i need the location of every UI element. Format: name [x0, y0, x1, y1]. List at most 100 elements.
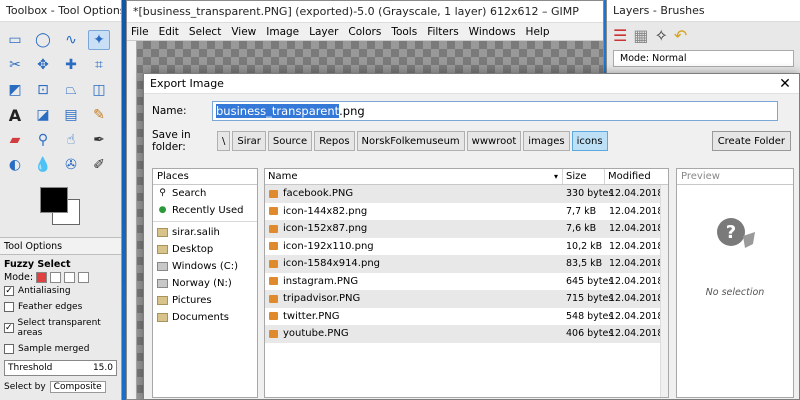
breadcrumb-item[interactable]: Repos	[314, 131, 355, 151]
transform-icon[interactable]: ◩	[4, 80, 26, 100]
threshold-slider[interactable]: Threshold 15.0	[4, 360, 117, 376]
place-search[interactable]: ⚲ Search	[153, 185, 257, 202]
file-row[interactable]: youtube.PNG 406 bytes 12.04.2018	[265, 325, 668, 343]
align-icon[interactable]: ✚	[60, 55, 82, 75]
toolbox-titlebar[interactable]: Toolbox - Tool Options	[0, 0, 121, 22]
file-row[interactable]: icon-192x110.png 10,2 kB 12.04.2018	[265, 238, 668, 256]
column-name-header[interactable]: Name ▾	[265, 169, 563, 184]
file-name-cell: tripadvisor.PNG	[265, 293, 563, 304]
mode-subtract-button[interactable]	[64, 272, 76, 283]
channels-icon[interactable]: ▦	[633, 26, 648, 45]
file-row[interactable]: icon-144x82.png 7,7 kB 12.04.2018	[265, 203, 668, 221]
menu-item-filters[interactable]: Filters	[427, 26, 458, 38]
checkbox[interactable]	[4, 302, 14, 312]
free-select-icon[interactable]: ∿	[60, 30, 82, 50]
checkbox[interactable]: ✓	[4, 323, 14, 333]
breadcrumb-item[interactable]: wwwroot	[466, 131, 522, 151]
place-windows-c[interactable]: Windows (C:)	[153, 258, 257, 275]
select-by-dropdown[interactable]: Composite	[49, 381, 106, 393]
export-dialog-titlebar[interactable]: Export Image ✕	[144, 74, 799, 94]
menu-item-windows[interactable]: Windows	[469, 26, 516, 38]
menu-item-image[interactable]: Image	[266, 26, 299, 38]
select-by-label: Select by	[4, 382, 46, 392]
place-desktop[interactable]: Desktop	[153, 241, 257, 258]
close-icon[interactable]: ✕	[771, 76, 799, 92]
menu-item-help[interactable]: Help	[526, 26, 550, 38]
crop-icon[interactable]: ⌗	[88, 55, 110, 75]
option-label: Select transparent areas	[17, 318, 101, 338]
clone-icon[interactable]: ⚲	[32, 130, 54, 150]
column-modified-header[interactable]: Modified	[605, 169, 668, 184]
place-label: Pictures	[172, 295, 212, 306]
menu-item-tools[interactable]: Tools	[391, 26, 417, 38]
drop-icon[interactable]: 💧	[32, 155, 54, 175]
filename-input[interactable]: business_transparent .png	[212, 101, 778, 121]
file-row[interactable]: icon-152x87.png 7,6 kB 12.04.2018	[265, 220, 668, 238]
place-pictures[interactable]: Pictures	[153, 292, 257, 309]
file-row[interactable]: icon-1584x914.png 83,5 kB 12.04.2018	[265, 255, 668, 273]
breadcrumb-item[interactable]: images	[523, 131, 570, 151]
column-size-header[interactable]: Size	[563, 169, 605, 184]
perspective-icon[interactable]: ⏢	[60, 80, 82, 100]
paths-icon[interactable]: ✧	[654, 26, 667, 45]
layers-stack-icon[interactable]: ☰	[613, 26, 627, 45]
tab-tool-options[interactable]: Tool Options	[0, 237, 121, 255]
file-list-scrollbar[interactable]	[660, 185, 668, 397]
breadcrumb-item[interactable]: icons	[571, 131, 608, 151]
menu-item-select[interactable]: Select	[189, 26, 221, 38]
option-feather-edges[interactable]: Feather edges	[0, 299, 121, 315]
dropper-icon[interactable]: ✐	[88, 155, 110, 175]
layers-titlebar[interactable]: Layers - Brushes	[607, 0, 800, 22]
checkbox[interactable]: ✓	[4, 286, 14, 296]
mode-add-button[interactable]	[50, 272, 62, 283]
file-row[interactable]: tripadvisor.PNG 715 bytes 12.04.2018	[265, 290, 668, 308]
file-name-cell: twitter.PNG	[265, 311, 563, 322]
option-select-transparent-areas[interactable]: ✓ Select transparent areas	[0, 315, 121, 341]
breadcrumb-item[interactable]: NorskFolkemuseum	[356, 131, 465, 151]
ink-icon[interactable]: ✒	[88, 130, 110, 150]
file-row[interactable]: facebook.PNG 330 bytes 12.04.2018	[265, 185, 668, 203]
move-icon[interactable]: ✥	[32, 55, 54, 75]
rect-select-icon[interactable]: ▭	[4, 30, 26, 50]
menu-item-view[interactable]: View	[231, 26, 256, 38]
blend-icon[interactable]: ▤	[60, 105, 82, 125]
mode-intersect-button[interactable]	[78, 272, 90, 283]
menu-item-layer[interactable]: Layer	[309, 26, 338, 38]
create-folder-button[interactable]: Create Folder	[711, 131, 791, 151]
option-sample-merged[interactable]: Sample merged	[0, 341, 121, 357]
menu-item-file[interactable]: File	[131, 26, 149, 38]
breadcrumb-item[interactable]: \	[217, 131, 231, 151]
mode-replace-button[interactable]	[36, 272, 48, 283]
undo-history-icon[interactable]: ↶	[674, 26, 687, 45]
gimp-titlebar[interactable]: *[business_transparent.PNG] (exported)-5…	[127, 1, 603, 23]
menu-item-edit[interactable]: Edit	[159, 26, 179, 38]
place-sirar-salih[interactable]: sirar.salih	[153, 224, 257, 241]
smudge-icon[interactable]: ☝	[60, 130, 82, 150]
bucket-fill-icon[interactable]: ◪	[32, 105, 54, 125]
breadcrumb-item[interactable]: Source	[267, 131, 313, 151]
place-norway-n[interactable]: Norway (N:)	[153, 275, 257, 292]
foreground-color[interactable]	[40, 187, 68, 213]
checkbox[interactable]	[4, 344, 14, 354]
pencil-icon[interactable]: ✎	[88, 105, 110, 125]
layer-mode-dropdown[interactable]: Mode: Normal	[613, 50, 794, 67]
text-icon[interactable]: A	[4, 105, 26, 125]
breadcrumb-item[interactable]: Sirar	[232, 131, 266, 151]
ellipse-select-icon[interactable]: ◯	[32, 30, 54, 50]
toolbox-window: Toolbox - Tool Options ▭ ◯ ∿ ✦ ✂ ✥ ✚ ⌗ ◩…	[0, 0, 122, 400]
scale-icon[interactable]: ⊡	[32, 80, 54, 100]
scissors-icon[interactable]: ✂	[4, 55, 26, 75]
flip-icon[interactable]: ◫	[88, 80, 110, 100]
fuzzy-select-icon[interactable]: ✦	[88, 30, 110, 50]
menu-item-colors[interactable]: Colors	[348, 26, 381, 38]
option-label: Feather edges	[18, 302, 83, 312]
eraser-icon[interactable]: ▰	[4, 130, 26, 150]
dodge-icon[interactable]: ◐	[4, 155, 26, 175]
file-row[interactable]: twitter.PNG 548 bytes 12.04.2018	[265, 308, 668, 326]
save-in-label: Save in folder:	[152, 129, 191, 153]
file-row[interactable]: instagram.PNG 645 bytes 12.04.2018	[265, 273, 668, 291]
place-documents[interactable]: Documents	[153, 309, 257, 326]
option-antialiasing[interactable]: ✓ Antialiasing	[0, 283, 121, 299]
place-recently-used[interactable]: ● Recently Used	[153, 202, 257, 219]
heal-icon[interactable]: ✇	[60, 155, 82, 175]
